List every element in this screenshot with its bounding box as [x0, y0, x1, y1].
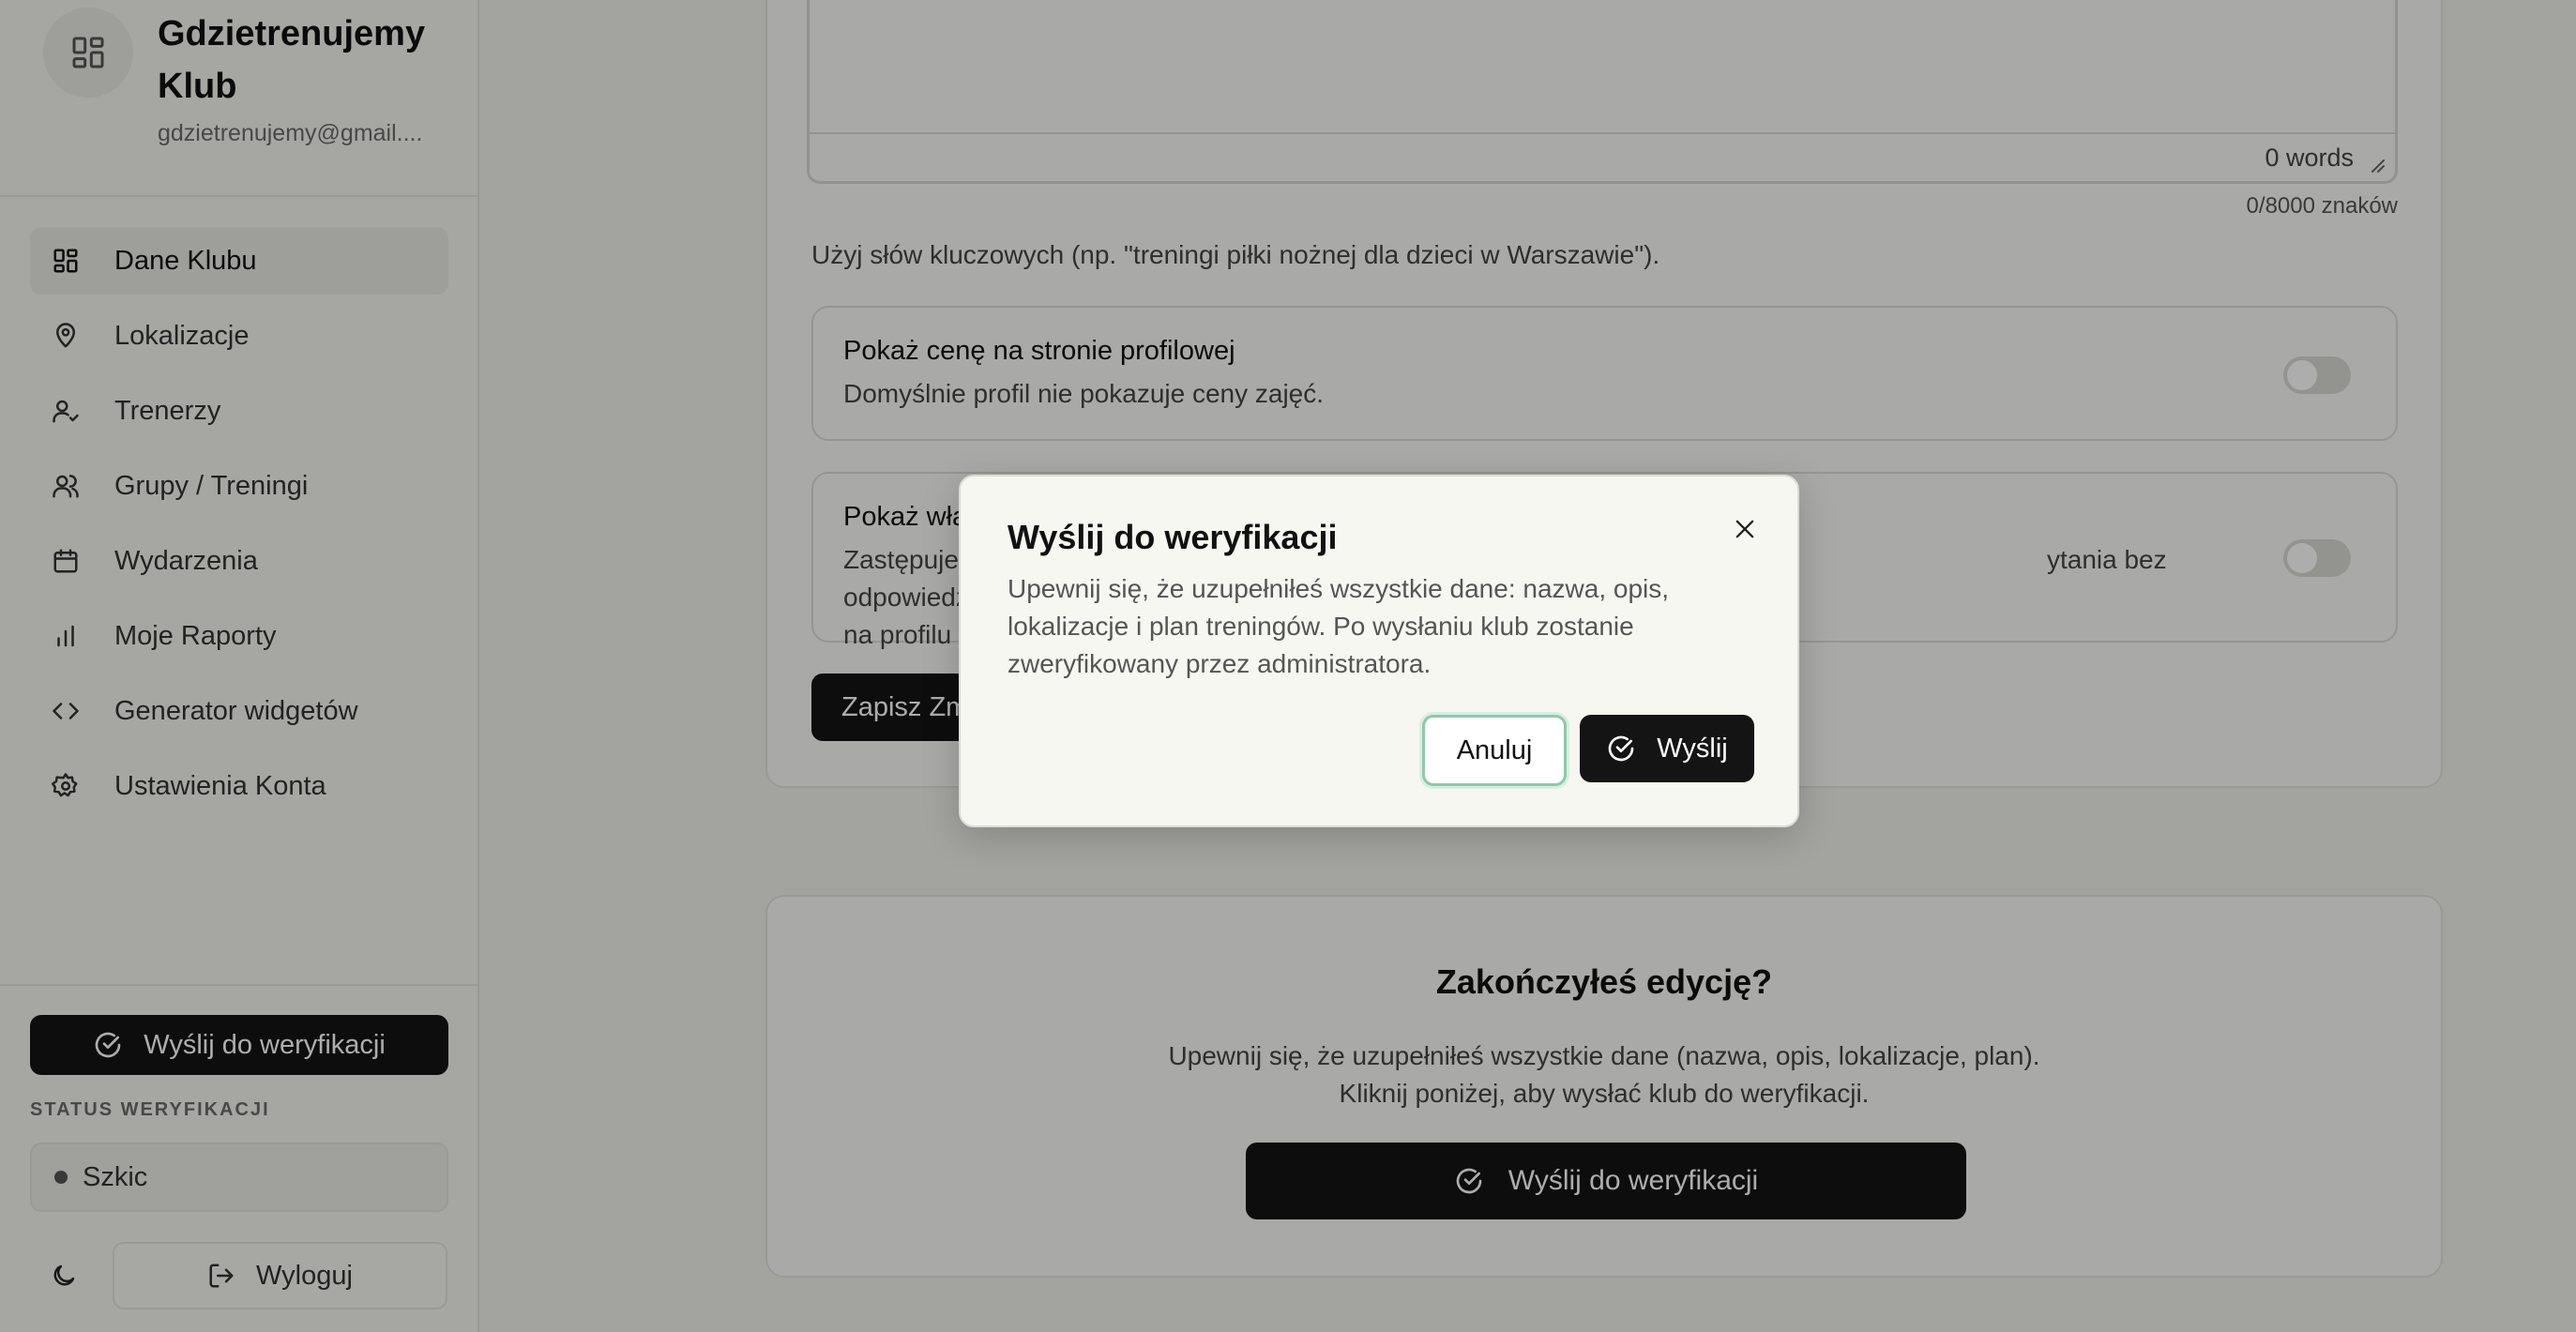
send-button-label: Wyślij — [1657, 733, 1728, 764]
check-circle-icon — [1606, 734, 1636, 764]
send-button[interactable]: Wyślij — [1580, 715, 1754, 782]
send-verification-dialog: Wyślij do weryfikacji Upewnij się, że uz… — [959, 475, 1799, 827]
dialog-description: Upewnij się, że uzupełniłeś wszystkie da… — [1008, 574, 1670, 678]
cancel-button[interactable]: Anuluj — [1422, 715, 1567, 786]
dialog-title: Wyślij do weryfikacji — [1008, 518, 1338, 556]
close-icon[interactable] — [1724, 508, 1765, 550]
